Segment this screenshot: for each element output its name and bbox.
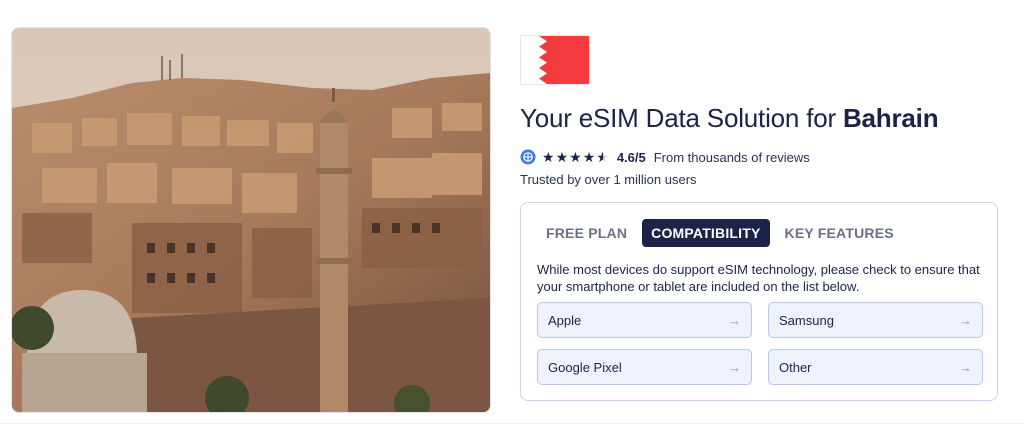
tab-free-plan[interactable]: FREE PLAN (537, 219, 636, 247)
device-label: Samsung (779, 312, 834, 328)
rating-row: ★ ★ ★ ★ ★ 4.6/5 From thousands of review… (520, 147, 1000, 167)
star-icon: ★ (582, 149, 596, 165)
compatibility-description: While most devices do support eSIM techn… (537, 262, 980, 294)
city-photo-illustration (12, 28, 490, 412)
device-label: Other (779, 359, 812, 375)
star-icon: ★ (542, 149, 555, 165)
device-label: Apple (548, 312, 582, 328)
page-title: Your eSIM Data Solution for Bahrain (520, 103, 939, 133)
star-rating: ★ ★ ★ ★ ★ (542, 150, 610, 164)
device-label: Google Pixel (548, 359, 622, 375)
hero-image (11, 27, 491, 413)
tab-bar: FREE PLAN COMPATIBILITY KEY FEATURES (537, 219, 909, 247)
star-icon: ★ (555, 149, 569, 165)
arrow-right-icon: → (728, 359, 741, 375)
trusted-text: Trusted by over 1 million users (520, 172, 697, 187)
device-google-pixel-button[interactable]: Google Pixel → (537, 349, 752, 385)
info-card: FREE PLAN COMPATIBILITY KEY FEATURES Whi… (520, 202, 998, 401)
product-header: Your eSIM Data Solution for Bahrain ★ ★ … (520, 35, 1000, 187)
country-name: Bahrain (842, 103, 939, 133)
rating-score: 4.6/5 (616, 149, 646, 165)
arrow-right-icon: → (959, 359, 972, 375)
reviews-text: From thousands of reviews (653, 149, 810, 165)
device-samsung-button[interactable]: Samsung → (768, 302, 983, 338)
arrow-right-icon: → (959, 312, 972, 328)
globe-badge-icon (520, 149, 536, 165)
half-star-icon: ★ (596, 149, 609, 165)
tab-compatibility[interactable]: COMPATIBILITY (642, 219, 770, 247)
bahrain-flag-icon (520, 35, 590, 85)
device-apple-button[interactable]: Apple → (537, 302, 752, 338)
star-icon: ★ (569, 149, 582, 165)
tab-key-features[interactable]: KEY FEATURES (776, 219, 903, 247)
arrow-right-icon: → (728, 312, 741, 328)
device-other-button[interactable]: Other → (768, 349, 983, 385)
